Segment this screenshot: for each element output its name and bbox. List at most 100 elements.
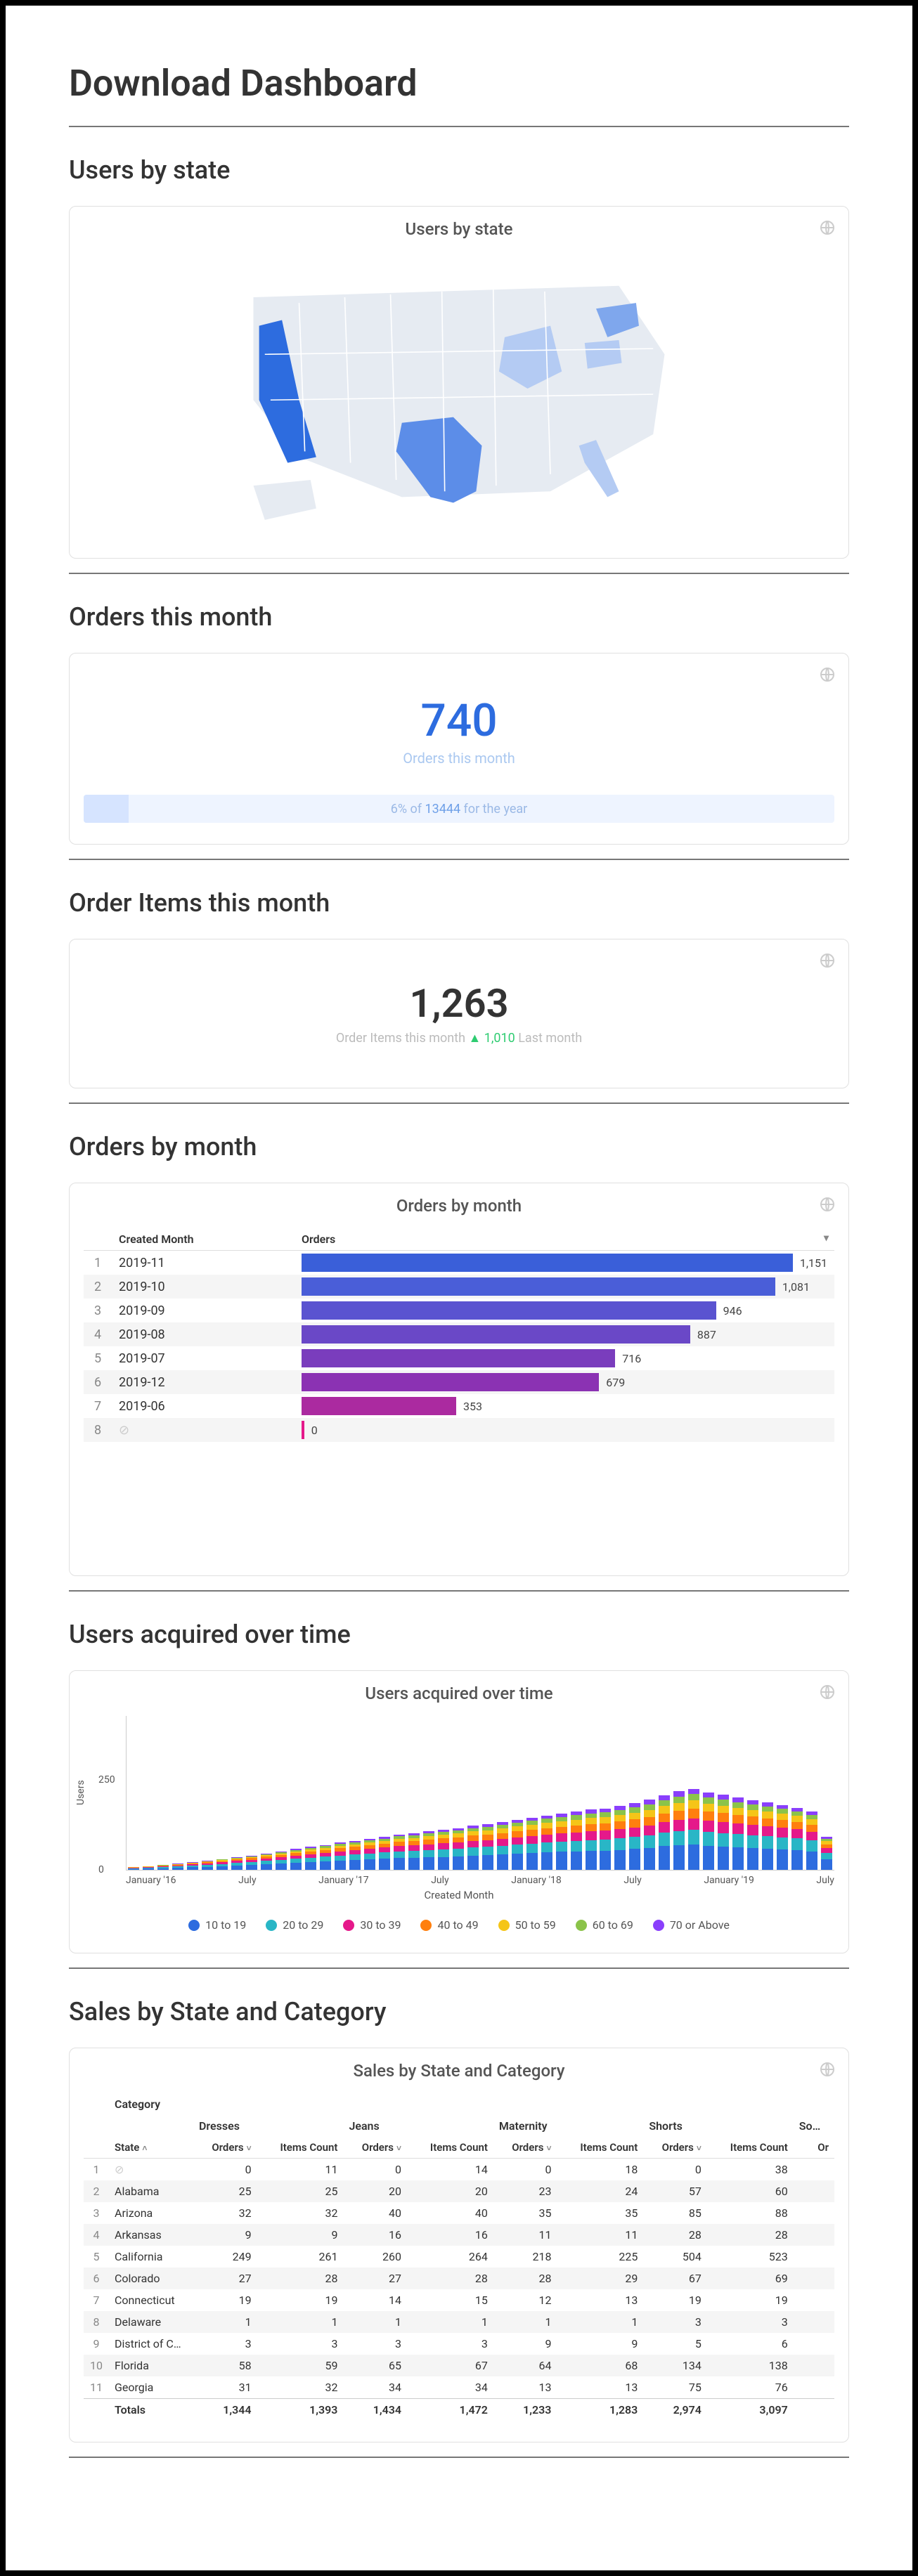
stacked-bar[interactable] xyxy=(231,1857,243,1870)
table-row[interactable]: 5California249261260264218225504523 xyxy=(84,2246,834,2268)
bar[interactable] xyxy=(302,1373,599,1391)
table-row[interactable]: 9District of C…33339956 xyxy=(84,2333,834,2355)
stacked-bar[interactable] xyxy=(408,1833,420,1870)
stacked-bar[interactable] xyxy=(556,1814,567,1870)
col-items-count[interactable]: Items Count xyxy=(407,2137,493,2159)
stacked-bar[interactable] xyxy=(320,1845,331,1871)
stacked-bar[interactable] xyxy=(467,1826,479,1870)
globe-icon[interactable] xyxy=(819,1684,836,1703)
globe-icon[interactable] xyxy=(819,2061,836,2081)
legend-item[interactable]: 40 to 49 xyxy=(420,1918,478,1932)
users-acquired-chart[interactable]: 0 250 xyxy=(126,1716,834,1871)
table-row[interactable]: 11Georgia3132343413137576 xyxy=(84,2376,834,2399)
stacked-bar[interactable] xyxy=(157,1865,169,1871)
stacked-bar[interactable] xyxy=(747,1800,758,1870)
stacked-bar[interactable] xyxy=(777,1805,788,1871)
col-more[interactable]: Or xyxy=(794,2137,834,2159)
category-header[interactable]: Dresses xyxy=(193,2115,343,2137)
stacked-bar[interactable] xyxy=(335,1842,346,1870)
bar[interactable] xyxy=(302,1397,456,1415)
sort-desc-icon[interactable]: ˅ xyxy=(697,2143,702,2153)
stacked-bar[interactable] xyxy=(438,1830,449,1870)
chevron-down-icon[interactable]: ▾ xyxy=(824,1232,829,1244)
stacked-bar[interactable] xyxy=(364,1839,375,1871)
table-row[interactable]: 22019-101,081 xyxy=(84,1275,834,1299)
stacked-bar[interactable] xyxy=(673,1791,685,1870)
stacked-bar[interactable] xyxy=(128,1867,139,1871)
stacked-bar[interactable] xyxy=(614,1806,626,1871)
stacked-bar[interactable] xyxy=(187,1862,198,1870)
stacked-bar[interactable] xyxy=(586,1809,597,1870)
bar[interactable] xyxy=(302,1277,775,1296)
stacked-bar[interactable] xyxy=(453,1828,464,1871)
col-orders[interactable]: Orders ▾ xyxy=(295,1228,834,1251)
stacked-bar[interactable] xyxy=(482,1824,493,1871)
stacked-bar[interactable] xyxy=(172,1863,183,1870)
legend-item[interactable]: 10 to 19 xyxy=(188,1918,246,1932)
category-header[interactable]: So… xyxy=(794,2115,834,2137)
stacked-bar[interactable] xyxy=(349,1841,361,1871)
stacked-bar[interactable] xyxy=(644,1800,655,1870)
stacked-bar[interactable] xyxy=(688,1789,699,1871)
category-header[interactable]: Shorts xyxy=(643,2115,793,2137)
stacked-bar[interactable] xyxy=(600,1809,611,1871)
stacked-bar[interactable] xyxy=(659,1795,670,1871)
stacked-bar[interactable] xyxy=(762,1802,773,1871)
table-row[interactable]: 1⊘011014018038 xyxy=(84,2159,834,2181)
legend-item[interactable]: 30 to 39 xyxy=(343,1918,401,1932)
table-row[interactable]: 72019-06353 xyxy=(84,1394,834,1418)
stacked-bar[interactable] xyxy=(526,1818,538,1871)
bar[interactable] xyxy=(302,1421,304,1439)
col-orders[interactable]: Orders˅ xyxy=(493,2137,557,2159)
stacked-bar[interactable] xyxy=(246,1856,257,1871)
bar[interactable] xyxy=(302,1301,716,1320)
table-row[interactable]: 62019-12679 xyxy=(84,1370,834,1394)
stacked-bar[interactable] xyxy=(791,1808,803,1871)
table-row[interactable]: 8Delaware11111133 xyxy=(84,2311,834,2333)
table-row[interactable]: 12019-111,151 xyxy=(84,1251,834,1275)
stacked-bar[interactable] xyxy=(497,1822,508,1870)
table-row[interactable]: 42019-08887 xyxy=(84,1322,834,1346)
sort-desc-icon[interactable]: ˅ xyxy=(546,2143,551,2153)
globe-icon[interactable] xyxy=(819,219,836,239)
stacked-bar[interactable] xyxy=(571,1811,582,1870)
stacked-bar[interactable] xyxy=(512,1820,523,1871)
sort-desc-icon[interactable]: ˅ xyxy=(247,2143,252,2153)
stacked-bar[interactable] xyxy=(216,1859,228,1871)
stacked-bar[interactable] xyxy=(629,1803,640,1870)
stacked-bar[interactable] xyxy=(290,1849,302,1870)
table-row[interactable]: 6Colorado2728272828296769 xyxy=(84,2268,834,2289)
category-header[interactable]: Jeans xyxy=(343,2115,493,2137)
legend-item[interactable]: 20 to 29 xyxy=(266,1918,323,1932)
bar[interactable] xyxy=(302,1349,615,1367)
table-row[interactable]: 32019-09946 xyxy=(84,1299,834,1322)
stacked-bar[interactable] xyxy=(423,1831,434,1870)
sort-desc-icon[interactable]: ˅ xyxy=(396,2143,401,2153)
us-map[interactable] xyxy=(84,252,834,537)
col-orders[interactable]: Orders˅ xyxy=(193,2137,257,2159)
globe-icon[interactable] xyxy=(819,666,836,686)
stacked-bar[interactable] xyxy=(718,1795,729,1870)
stacked-bar[interactable] xyxy=(202,1861,213,1870)
table-row[interactable]: 4Arkansas99161611112828 xyxy=(84,2224,834,2246)
col-orders[interactable]: Orders˅ xyxy=(343,2137,407,2159)
bar[interactable] xyxy=(302,1254,793,1272)
bar[interactable] xyxy=(302,1325,690,1344)
stacked-bar[interactable] xyxy=(305,1847,316,1870)
stacked-bar[interactable] xyxy=(261,1854,272,1871)
col-orders[interactable]: Orders˅ xyxy=(643,2137,707,2159)
stacked-bar[interactable] xyxy=(143,1866,154,1871)
stacked-bar[interactable] xyxy=(821,1837,832,1871)
stacked-bar[interactable] xyxy=(806,1811,817,1871)
legend-item[interactable]: 60 to 69 xyxy=(576,1918,633,1932)
table-row[interactable]: 7Connecticut1919141512131919 xyxy=(84,2289,834,2311)
col-items-count[interactable]: Items Count xyxy=(557,2137,643,2159)
category-header[interactable]: Maternity xyxy=(493,2115,643,2137)
sort-asc-icon[interactable]: ˄ xyxy=(142,2143,147,2153)
table-row[interactable]: 52019-07716 xyxy=(84,1346,834,1370)
stacked-bar[interactable] xyxy=(379,1837,390,1870)
legend-item[interactable]: 70 or Above xyxy=(653,1918,730,1932)
stacked-bar[interactable] xyxy=(732,1797,744,1870)
col-state[interactable]: State˄ xyxy=(109,2137,193,2159)
table-row[interactable]: 2Alabama2525202023245760 xyxy=(84,2180,834,2202)
